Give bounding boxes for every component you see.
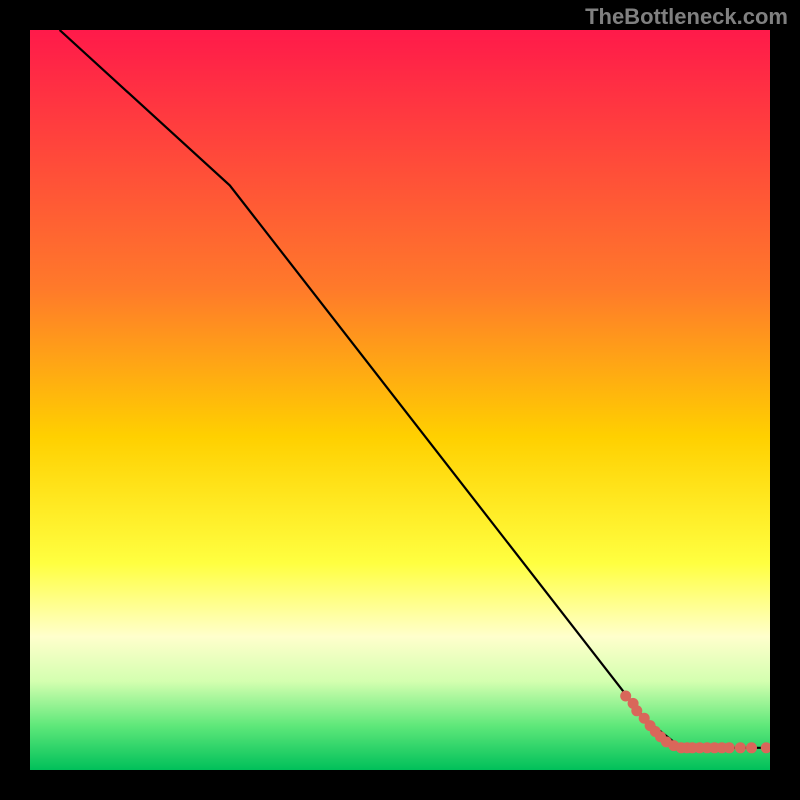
- chart-marker: [724, 742, 735, 753]
- chart-plot-area: [30, 30, 770, 770]
- chart-marker: [735, 742, 746, 753]
- chart-marker: [746, 742, 757, 753]
- chart-svg: [30, 30, 770, 770]
- watermark-text: TheBottleneck.com: [585, 4, 788, 30]
- chart-background: [30, 30, 770, 770]
